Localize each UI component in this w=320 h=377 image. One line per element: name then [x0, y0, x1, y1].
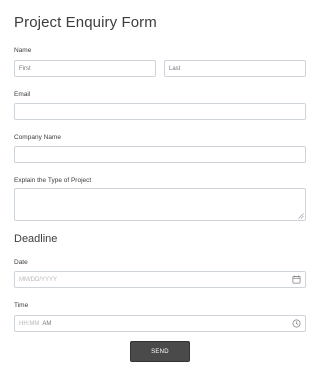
email-label: Email — [14, 91, 31, 98]
email-input[interactable] — [14, 103, 306, 120]
deadline-heading: Deadline — [14, 233, 58, 245]
time-label: Time — [14, 302, 29, 309]
date-label: Date — [14, 259, 28, 266]
last-name-input[interactable]: Last — [164, 60, 306, 77]
resize-grip-icon[interactable] — [298, 213, 304, 219]
name-label: Name — [14, 47, 32, 54]
project-type-textarea[interactable] — [14, 188, 306, 221]
date-placeholder: MM/DD/YYYY — [19, 276, 58, 283]
first-name-placeholder: First — [19, 65, 31, 72]
calendar-icon[interactable] — [292, 275, 301, 284]
company-name-input[interactable] — [14, 146, 306, 163]
ampm-value[interactable]: AM — [42, 321, 51, 327]
first-name-input[interactable]: First — [14, 60, 156, 77]
clock-icon[interactable] — [292, 319, 301, 328]
time-input[interactable]: HH:MM AM — [14, 315, 306, 332]
last-name-placeholder: Last — [169, 65, 181, 72]
send-button[interactable]: SEND — [130, 341, 190, 362]
form-title: Project Enquiry Form — [14, 14, 157, 31]
company-name-label: Company Name — [14, 134, 61, 141]
time-placeholder: HH:MM — [19, 320, 40, 327]
project-type-label: Explain the Type of Project — [14, 177, 92, 184]
date-input[interactable]: MM/DD/YYYY — [14, 271, 306, 288]
